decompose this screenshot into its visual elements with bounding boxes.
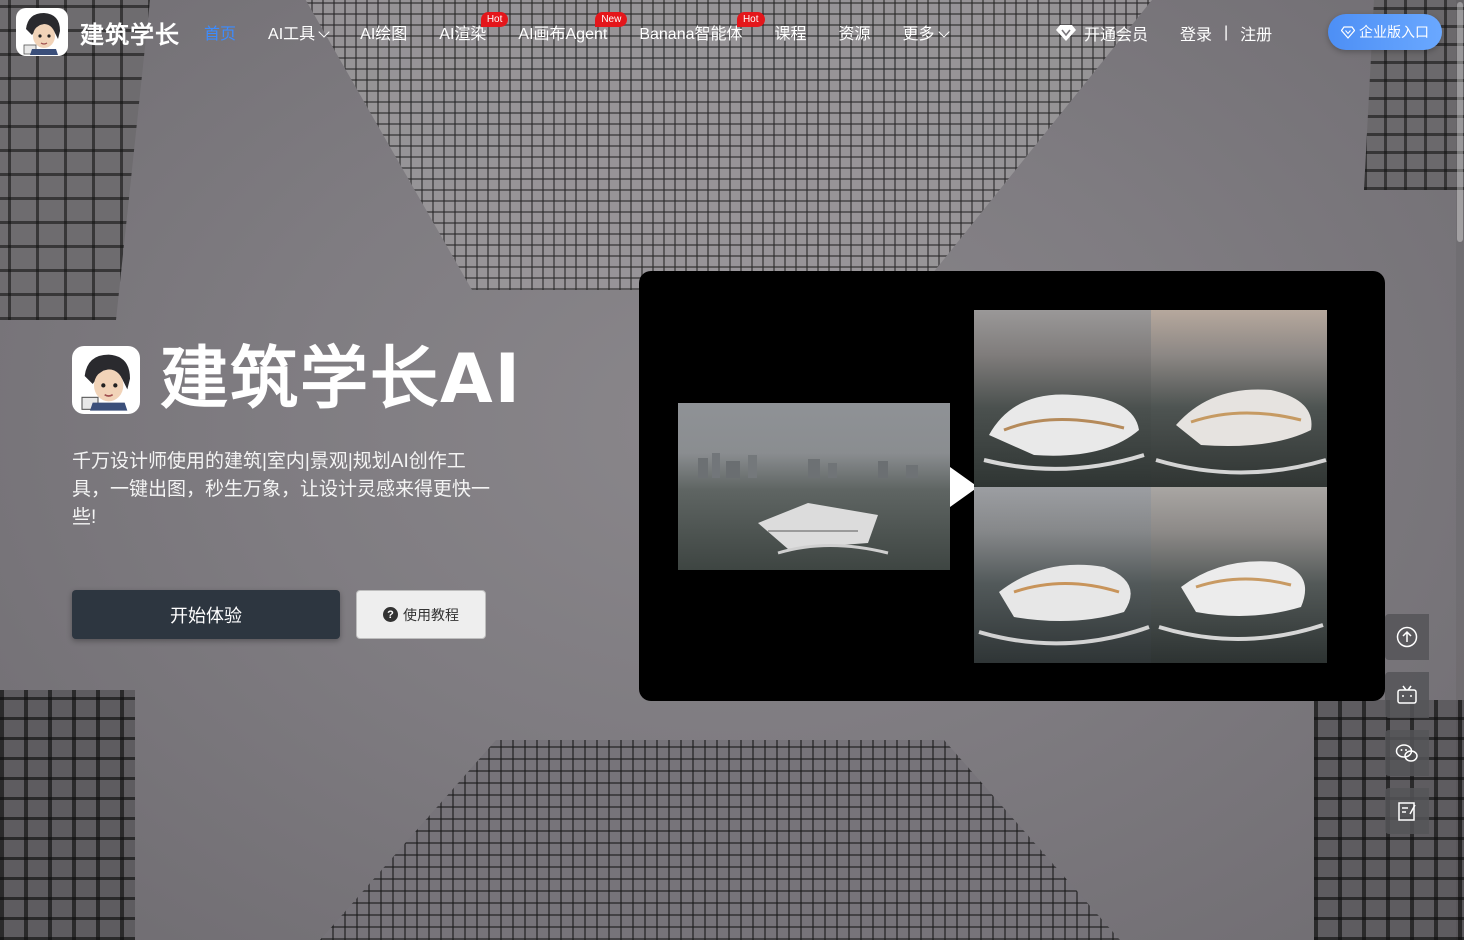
nav-item-label: 首页 [204, 26, 237, 43]
enterprise-label: 企业版入口 [1359, 24, 1429, 40]
main-nav: 首页 AI工具 AI绘图 AI渲染 Hot AI画布Agent New Bana… [204, 12, 980, 44]
vip-button[interactable]: 开通会员 [1056, 21, 1148, 45]
nav-item-ai-drawing[interactable]: AI绘图 [360, 20, 407, 44]
render-result-image [1150, 486, 1327, 663]
auth-separator: | [1224, 24, 1229, 41]
building-render-image [1154, 389, 1327, 475]
bilibili-button[interactable] [1385, 672, 1429, 718]
vip-label: 开通会员 [1084, 27, 1149, 44]
nav-item-label: Banana智能体 [639, 26, 743, 43]
nav-item-courses[interactable]: 课程 [775, 20, 807, 44]
page-scrollbar[interactable] [1456, 0, 1464, 940]
auth-links: 登录 | 注册 [1180, 21, 1272, 45]
render-result-image [974, 486, 1151, 663]
nav-item-label: AI渲染 [439, 26, 487, 43]
hero-avatar [72, 346, 140, 414]
nav-item-ai-render[interactable]: AI渲染 Hot [439, 12, 509, 44]
nav-item-label: 资源 [838, 26, 871, 43]
feedback-edit-icon [1398, 802, 1416, 821]
enterprise-entry-button[interactable]: 企业版入口 [1328, 14, 1442, 50]
chevron-down-icon [937, 26, 950, 38]
login-link[interactable]: 登录 [1180, 21, 1212, 45]
chevron-down-icon [318, 26, 330, 38]
nav-item-label: AI绘图 [360, 26, 408, 43]
hot-badge: Hot [480, 12, 509, 27]
hero-description: 千万设计师使用的建筑|室内|景观|规划AI创作工具，一键出图，秒生万象，让设计灵… [72, 451, 491, 528]
wechat-button[interactable] [1385, 730, 1429, 776]
site-logo[interactable]: 建筑学长 [16, 8, 180, 56]
nav-item-resources[interactable]: 资源 [839, 20, 871, 44]
start-button-label: 开始体验 [170, 605, 242, 626]
building-render-image [1157, 560, 1324, 641]
nav-item-more[interactable]: 更多 [902, 20, 950, 44]
nav-item-banana-agent[interactable]: Banana智能体 Hot [639, 12, 765, 44]
wechat-icon [1395, 744, 1418, 762]
nav-item-label: 更多 [902, 26, 935, 43]
render-result-grid [974, 310, 1327, 663]
background-tower-bottom [320, 740, 1120, 940]
building-render-image [983, 394, 1145, 471]
floating-toolbar [1385, 614, 1429, 846]
render-showcase-panel [639, 271, 1385, 701]
diamond-icon [1056, 25, 1076, 41]
tutorial-button[interactable]: ? 使用教程 [356, 590, 486, 639]
logo-avatar [16, 8, 68, 56]
nav-item-ai-tools[interactable]: AI工具 [268, 20, 330, 44]
top-navbar: 建筑学长 首页 AI工具 AI绘图 AI渲染 Hot AI画布Agent New… [0, 0, 1464, 64]
cartoon-avatar-icon [23, 13, 60, 55]
hero-brand: 建筑学长AI [72, 346, 522, 414]
arrow-up-circle-icon [1396, 626, 1418, 648]
hero-title: 建筑学长AI [160, 340, 522, 419]
render-result-image [1150, 310, 1327, 487]
nav-item-ai-canvas-agent[interactable]: AI画布Agent New [518, 12, 628, 44]
start-experience-button[interactable]: 开始体验 [72, 590, 340, 639]
register-link[interactable]: 注册 [1240, 21, 1272, 45]
feedback-button[interactable] [1385, 788, 1429, 834]
scrollbar-thumb[interactable] [1457, 2, 1463, 242]
new-badge: New [595, 12, 628, 27]
nav-item-home[interactable]: 首页 [204, 20, 236, 44]
nav-item-label: AI画布Agent [518, 26, 608, 43]
city-aerial-image [698, 453, 918, 555]
diamond-outline-icon [1341, 25, 1355, 39]
question-icon: ? [383, 607, 398, 622]
render-result-image [974, 310, 1151, 487]
tutorial-button-label: 使用教程 [403, 606, 459, 623]
back-to-top-button[interactable] [1385, 614, 1429, 660]
bilibili-tv-icon [1397, 685, 1417, 704]
hot-badge: Hot [736, 12, 765, 27]
background-tower-bottom-left [0, 690, 135, 940]
nav-item-label: 课程 [774, 26, 807, 43]
nav-item-label: AI工具 [268, 26, 316, 43]
input-photo [678, 403, 950, 570]
building-render-image [978, 564, 1150, 645]
logo-text: 建筑学长 [80, 20, 180, 49]
cartoon-avatar-icon [81, 354, 130, 411]
